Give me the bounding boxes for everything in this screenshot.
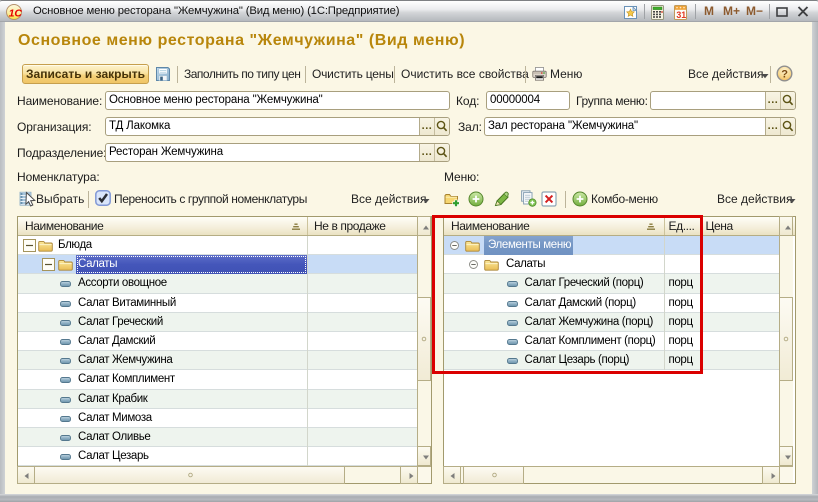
svg-text:?: ? — [781, 69, 788, 81]
svg-text:31: 31 — [676, 10, 686, 20]
svg-text:1С: 1С — [9, 7, 22, 19]
